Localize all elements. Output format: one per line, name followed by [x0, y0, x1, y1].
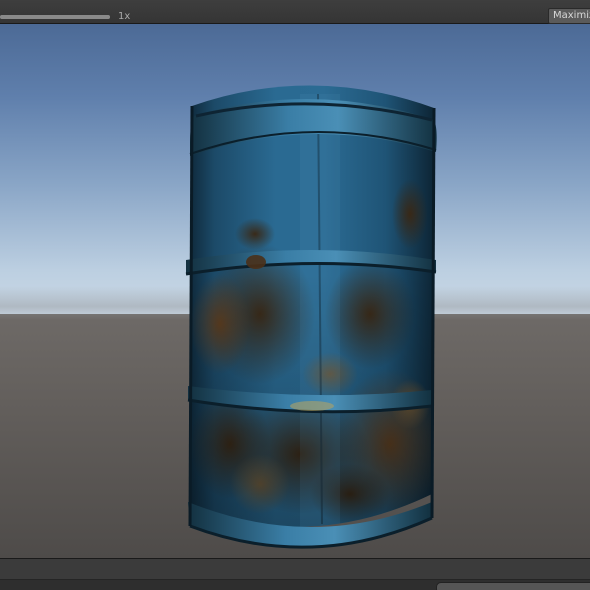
game-view-window: 1x Maximize On Play — [0, 0, 590, 590]
scale-slider[interactable] — [0, 15, 110, 19]
scale-slider-fill — [0, 15, 110, 19]
game-view-toolbar: 1x Maximize On Play — [0, 0, 590, 24]
barrel-model — [185, 85, 437, 549]
status-bar — [0, 558, 590, 590]
status-bar-scroll-handle[interactable] — [436, 582, 590, 590]
scale-label: 1x — [118, 11, 131, 22]
maximize-on-play-button[interactable]: Maximize On Play — [548, 8, 590, 24]
game-viewport[interactable] — [0, 24, 590, 558]
